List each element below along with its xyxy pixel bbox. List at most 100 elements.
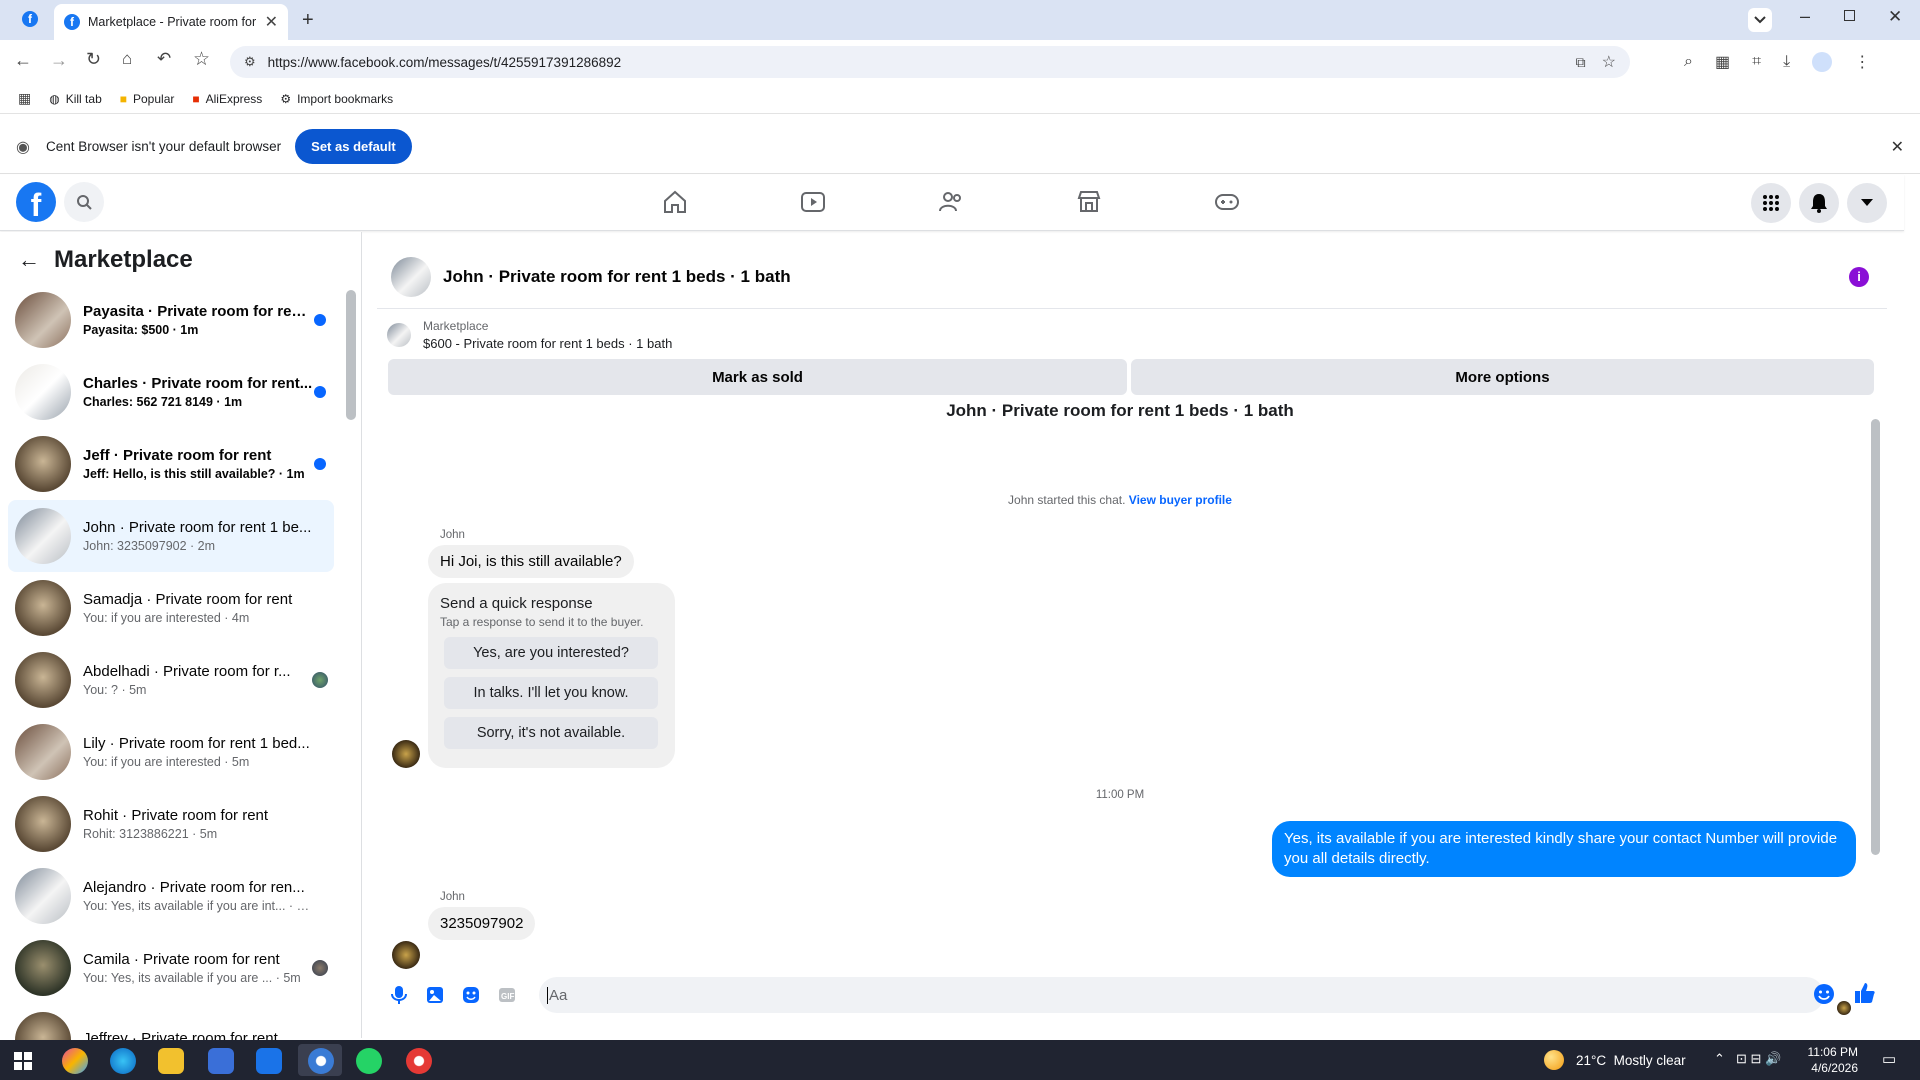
- crop-icon[interactable]: ⌗: [1752, 53, 1761, 71]
- conversation-item-active[interactable]: John · Private room for rent 1 be... John…: [8, 500, 334, 572]
- conversation-item[interactable]: Abdelhadi · Private room for r... You: ? …: [8, 644, 334, 716]
- menu-grid-icon[interactable]: [1751, 183, 1791, 223]
- emoji-icon[interactable]: [1813, 983, 1835, 1005]
- conversation-item[interactable]: Alejandro · Private room for ren... You: …: [8, 860, 334, 932]
- show-hidden-icons[interactable]: ⌃: [1714, 1051, 1725, 1067]
- clock[interactable]: 11:06 PM 4/6/2026: [1806, 1044, 1858, 1076]
- quick-response-button[interactable]: Yes, are you interested?: [444, 637, 658, 669]
- info-icon[interactable]: i: [1849, 267, 1869, 287]
- facebook-favicon-icon: f: [64, 14, 80, 30]
- search-icon[interactable]: [64, 182, 104, 222]
- marketplace-icon[interactable]: [1076, 189, 1102, 215]
- back-arrow-icon[interactable]: ←: [18, 247, 40, 273]
- conversation-item[interactable]: Charles · Private room for rent... Charle…: [8, 356, 334, 428]
- weather-icon[interactable]: [1544, 1050, 1564, 1070]
- tab-search-icon[interactable]: [1748, 8, 1772, 32]
- home-icon[interactable]: ⌂: [122, 49, 132, 69]
- browser-tab[interactable]: f Marketplace - Private room for ✕: [54, 4, 288, 40]
- more-options-button[interactable]: More options: [1131, 359, 1874, 395]
- bookmark-import[interactable]: ⚙ Import bookmarks: [280, 92, 393, 106]
- buyer-avatar[interactable]: [392, 740, 420, 768]
- home-icon[interactable]: [662, 189, 688, 215]
- file-explorer-icon[interactable]: [158, 1048, 184, 1074]
- sticker-icon[interactable]: [461, 985, 481, 1005]
- left-header: ← Marketplace: [18, 246, 193, 274]
- notifications-bell-icon[interactable]: [1799, 183, 1839, 223]
- video-icon[interactable]: [800, 189, 826, 215]
- reload-icon[interactable]: ↻: [86, 49, 101, 70]
- zoom-icon[interactable]: ⌕: [1684, 53, 1693, 71]
- bookmark-popular[interactable]: ■ Popular: [120, 92, 175, 106]
- conversation-item[interactable]: Lily · Private room for rent 1 bed... You…: [8, 716, 334, 788]
- store-icon[interactable]: [208, 1048, 234, 1074]
- bookmark-page-icon[interactable]: ☆: [1602, 52, 1616, 72]
- conversation-item[interactable]: Camila · Private room for rent You: Yes, …: [8, 932, 334, 1004]
- outlook-icon[interactable]: [256, 1048, 282, 1074]
- chat-scrollbar[interactable]: [1871, 341, 1881, 897]
- gif-icon[interactable]: GIF: [497, 985, 517, 1005]
- copilot-icon[interactable]: [62, 1048, 88, 1074]
- tab-title: Marketplace - Private room for: [88, 15, 257, 29]
- apps-icon[interactable]: ▦: [18, 90, 31, 107]
- like-thumb-icon[interactable]: [1853, 981, 1877, 1005]
- read-receipt-avatar: [1837, 1001, 1851, 1015]
- set-default-button[interactable]: Set as default: [295, 129, 412, 164]
- quick-response-button[interactable]: In talks. I'll let you know.: [444, 677, 658, 709]
- conversation-preview: John: 3235097902 · 2m: [83, 539, 216, 553]
- bookmark-kill-tab[interactable]: ◍ Kill tab: [49, 92, 102, 106]
- sender-name: John: [440, 891, 465, 903]
- message-bubble[interactable]: Hi Joi, is this still available?: [428, 545, 634, 578]
- forward-icon[interactable]: →: [50, 50, 68, 71]
- site-info-icon[interactable]: ⚙: [244, 54, 256, 70]
- account-dropdown-icon[interactable]: [1847, 183, 1887, 223]
- minimize-icon[interactable]: –: [1800, 6, 1810, 27]
- bookmark-star-icon[interactable]: ☆: [193, 48, 210, 71]
- profile-icon[interactable]: [1812, 52, 1833, 72]
- system-tray-icons[interactable]: ⊡ ⊟ 🔊: [1736, 1051, 1781, 1067]
- aliexpress-icon: ■: [192, 91, 200, 106]
- chat-scrollbar-thumb[interactable]: [1871, 419, 1880, 855]
- whatsapp-icon[interactable]: [356, 1048, 382, 1074]
- qr-icon[interactable]: ▦: [1715, 52, 1730, 72]
- close-tab-icon[interactable]: ✕: [265, 12, 278, 32]
- gaming-icon[interactable]: [1214, 189, 1240, 215]
- notification-center-icon[interactable]: ▭: [1882, 1050, 1896, 1068]
- conversation-item[interactable]: Payasita · Private room for ren... Payasi…: [8, 284, 334, 356]
- clock-date: 4/6/2026: [1811, 1061, 1858, 1075]
- message-input[interactable]: Aa: [539, 977, 1824, 1013]
- conversation-item[interactable]: Rohit · Private room for rent Rohit: 3123…: [8, 788, 334, 860]
- close-infobar-icon[interactable]: ✕: [1891, 137, 1904, 157]
- message-bubble[interactable]: 3235097902: [428, 907, 536, 940]
- new-tab-icon[interactable]: +: [302, 9, 314, 32]
- facebook-logo[interactable]: f: [16, 182, 56, 223]
- close-window-icon[interactable]: ✕: [1888, 7, 1902, 27]
- photo-icon[interactable]: [425, 985, 445, 1005]
- listing-banner[interactable]: Marketplace $600 - Private room for rent…: [387, 319, 672, 351]
- back-icon[interactable]: ←: [14, 50, 32, 71]
- mark-as-sold-button[interactable]: Mark as sold: [388, 359, 1127, 395]
- windows-start-icon[interactable]: [14, 1052, 32, 1070]
- conversation-item[interactable]: Samadja · Private room for rent You: if y…: [8, 572, 334, 644]
- menu-icon[interactable]: ⋮: [1854, 52, 1870, 72]
- view-buyer-profile-link[interactable]: View buyer profile: [1129, 493, 1232, 507]
- conversation-preview: You: if you are interested · 4m: [83, 611, 250, 625]
- install-app-icon[interactable]: ⧉: [1576, 54, 1586, 71]
- bookmark-aliexpress[interactable]: ■ AliExpress: [192, 92, 262, 106]
- cent-browser-icon[interactable]: [308, 1048, 334, 1074]
- chat-title[interactable]: John · Private room for rent 1 beds · 1 …: [443, 267, 791, 287]
- address-bar[interactable]: ⚙ https://www.facebook.com/messages/t/42…: [230, 46, 1630, 78]
- restore-icon[interactable]: [1844, 10, 1855, 21]
- buyer-avatar[interactable]: [392, 941, 420, 969]
- weather-text[interactable]: 21°C Mostly clear: [1576, 1053, 1686, 1068]
- undo-close-icon[interactable]: ↶: [157, 49, 171, 69]
- quick-response-button[interactable]: Sorry, it's not available.: [444, 717, 658, 749]
- chrome-taskbar-icon[interactable]: [406, 1048, 432, 1074]
- my-message-bubble[interactable]: Yes, its available if you are interested…: [1272, 821, 1856, 877]
- friends-icon[interactable]: [938, 189, 964, 215]
- edge-icon[interactable]: [110, 1048, 136, 1074]
- conversation-list-scrollbar[interactable]: [346, 290, 356, 420]
- microphone-icon[interactable]: [389, 985, 409, 1005]
- download-icon[interactable]: ⤓: [1783, 53, 1790, 71]
- chat-listing-avatar[interactable]: [391, 256, 431, 297]
- conversation-item[interactable]: Jeff · Private room for rent Jeff: Hello,…: [8, 428, 334, 500]
